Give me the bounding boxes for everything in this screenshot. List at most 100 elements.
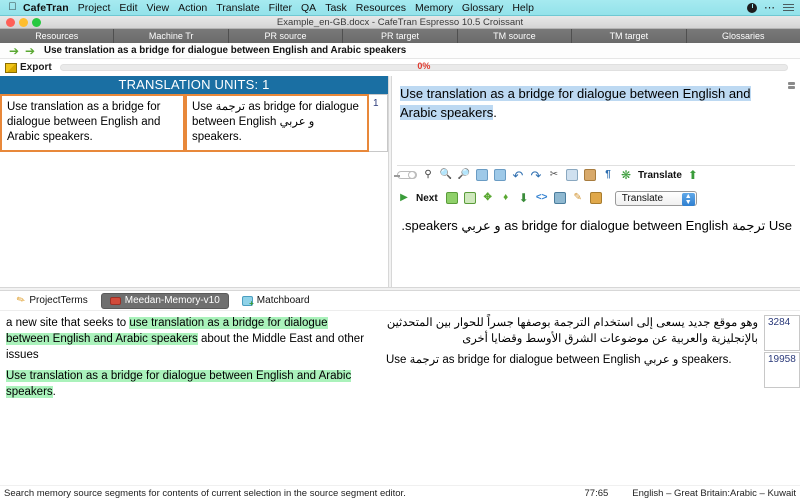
language-pair: English – Great Britain:Arabic – Kuwait: [632, 487, 796, 499]
menu-view[interactable]: View: [147, 2, 170, 14]
tu-source-cell[interactable]: Use translation as a bridge for dialogue…: [0, 94, 185, 152]
cursor-position: 77:65: [584, 487, 609, 499]
result-target-row[interactable]: وهو موقع جديد يسعى إلى استخدام الترجمة ب…: [386, 315, 758, 347]
export-button[interactable]: Export: [20, 62, 52, 73]
window-titlebar: Example_en-GB.docx - CafeTran Espresso 1…: [0, 16, 800, 29]
main-split: TRANSLATION UNITS: 1 Use translation as …: [0, 76, 800, 287]
menu-resources[interactable]: Resources: [356, 2, 406, 14]
result-source-row[interactable]: a new site that seeks to use translation…: [6, 315, 372, 363]
translate-button-label[interactable]: Translate: [638, 170, 682, 181]
flag-icon: [5, 62, 17, 73]
arrow-up-icon[interactable]: ⬆: [686, 168, 700, 182]
bottom-tab-strip: ✎ ProjectTerms Meedan-Memory-v10 Matchbo…: [0, 291, 800, 310]
spellcheck-all-icon[interactable]: [493, 168, 507, 182]
insert-right-icon[interactable]: [463, 191, 477, 205]
tab-meedan-memory-label: Meedan-Memory-v10: [124, 295, 220, 306]
menu-action[interactable]: Action: [178, 2, 207, 14]
menu-task[interactable]: Task: [325, 2, 347, 14]
tab-pr-target[interactable]: PR target: [343, 29, 458, 43]
action-combo-box[interactable]: Translate ▲ ▼: [614, 190, 697, 206]
menubar-app-name[interactable]: CafeTran: [23, 2, 69, 14]
resource-tab-strip: Resources Machine Tr PR source PR target…: [0, 29, 800, 43]
undo-icon[interactable]: ↶: [511, 168, 525, 182]
pilcrow-icon[interactable]: ¶: [601, 168, 615, 182]
down-icon[interactable]: ⬇: [517, 191, 531, 205]
tab-project-terms-label: ProjectTerms: [29, 295, 88, 306]
export-progress-percent: 0%: [417, 61, 431, 71]
clock-icon[interactable]: [747, 2, 757, 13]
result-id: 3284: [764, 315, 800, 351]
export-progress-row: Export 0%: [0, 59, 800, 76]
find-icon[interactable]: ⚲: [421, 168, 435, 182]
window-title: Example_en-GB.docx - CafeTran Espresso 1…: [276, 16, 524, 28]
tab-resources[interactable]: Resources: [0, 29, 115, 43]
tab-tm-target[interactable]: TM target: [572, 29, 687, 43]
redo-icon[interactable]: ↷: [529, 168, 543, 182]
menu-filter[interactable]: Filter: [269, 2, 292, 14]
ellipsis-icon[interactable]: ⋯: [764, 2, 776, 13]
apple-logo-icon[interactable]: : [6, 2, 19, 13]
memory-icon: [109, 296, 121, 305]
tab-pr-source[interactable]: PR source: [228, 29, 344, 43]
zoom-out-icon[interactable]: 🔎: [457, 168, 471, 182]
result-id: 19958: [764, 352, 800, 388]
result-target-row[interactable]: Use ترجمة as bridge for dialogue between…: [386, 352, 758, 368]
cut-icon[interactable]: ✂: [547, 168, 561, 182]
status-message: Search memory source segments for conten…: [4, 487, 406, 499]
tab-machine-tr[interactable]: Machine Tr: [114, 29, 229, 43]
segment-navigation-bar: ➔ ➔ Use translation as a bridge for dial…: [0, 43, 800, 59]
current-segment-text: Use translation as a bridge for dialogue…: [44, 45, 407, 56]
results-id-column: 3284 19958: [764, 311, 800, 482]
menu-glossary[interactable]: Glossary: [462, 2, 503, 14]
translation-units-table: Use translation as a bridge for dialogue…: [0, 94, 388, 152]
tab-glossaries[interactable]: Glossaries: [686, 29, 800, 43]
menu-translate[interactable]: Translate: [216, 2, 259, 14]
menu-help[interactable]: Help: [512, 2, 534, 14]
spellcheck-icon[interactable]: [475, 168, 489, 182]
translate-icon[interactable]: ❋: [619, 168, 633, 182]
translation-units-header: TRANSLATION UNITS: 1: [0, 76, 388, 94]
memory-icon[interactable]: [553, 191, 567, 205]
tab-matchboard[interactable]: Matchboard: [233, 293, 319, 309]
insert-left-icon[interactable]: [445, 191, 459, 205]
paste-icon[interactable]: [583, 168, 597, 182]
stepper-icon[interactable]: ▲ ▼: [681, 192, 695, 206]
target-segment-editor[interactable]: Use ترجمة as bridge for dialogue between…: [400, 216, 792, 236]
menu-qa[interactable]: QA: [301, 2, 316, 14]
translation-units-pane: TRANSLATION UNITS: 1 Use translation as …: [0, 76, 388, 287]
menu-edit[interactable]: Edit: [119, 2, 137, 14]
cafetran-window:  CafeTran Project Edit View Action Tran…: [0, 0, 800, 500]
result-source-match: Use translation as a bridge for dialogue…: [6, 370, 352, 398]
editor-toolbar-primary: ⚲ 🔍 🔎 ↶ ↷ ✂ ¶ ❋ Translate ⬆: [394, 165, 795, 183]
tag-icon[interactable]: <>: [535, 191, 549, 205]
toggle-switch[interactable]: [394, 171, 417, 179]
tab-meedan-memory[interactable]: Meedan-Memory-v10: [100, 292, 229, 309]
copy-icon[interactable]: [565, 168, 579, 182]
edit-icon[interactable]: ✎: [571, 191, 585, 205]
glossary-icon[interactable]: [589, 191, 603, 205]
result-source-row[interactable]: Use translation as a bridge for dialogue…: [6, 368, 372, 400]
result-source-post: .: [52, 386, 56, 398]
arrow-right-icon[interactable]: ➔: [22, 45, 38, 57]
arrow-left-icon[interactable]: ➔: [6, 45, 22, 57]
pane-split-handle[interactable]: [786, 79, 796, 91]
zoom-in-icon[interactable]: 🔍: [439, 168, 453, 182]
split-icon[interactable]: ♦: [499, 191, 513, 205]
menu-project[interactable]: Project: [78, 2, 111, 14]
tab-project-terms[interactable]: ✎ ProjectTerms: [8, 293, 97, 309]
macos-menubar:  CafeTran Project Edit View Action Tran…: [0, 0, 800, 16]
tu-row-number: 1: [369, 94, 388, 152]
next-segment-icon[interactable]: ▶: [397, 191, 411, 205]
source-segment-editor[interactable]: Use translation as a bridge for dialogue…: [392, 76, 800, 122]
tab-tm-source[interactable]: TM source: [457, 29, 573, 43]
menu-memory[interactable]: Memory: [415, 2, 453, 14]
result-source-pre: a new site that seeks to: [6, 317, 130, 329]
next-button-label[interactable]: Next: [416, 193, 438, 204]
results-target-column: وهو موقع جديد يسعى إلى استخدام الترجمة ب…: [380, 311, 764, 482]
tu-target-cell[interactable]: Use ترجمة as bridge for dialogue between…: [185, 94, 369, 152]
action-combo-value: Translate: [621, 192, 664, 204]
export-progress-bar: 0%: [59, 61, 788, 71]
list-icon[interactable]: [783, 3, 794, 12]
join-icon[interactable]: ✥: [481, 191, 495, 205]
pencil-icon: ✎: [15, 293, 28, 308]
